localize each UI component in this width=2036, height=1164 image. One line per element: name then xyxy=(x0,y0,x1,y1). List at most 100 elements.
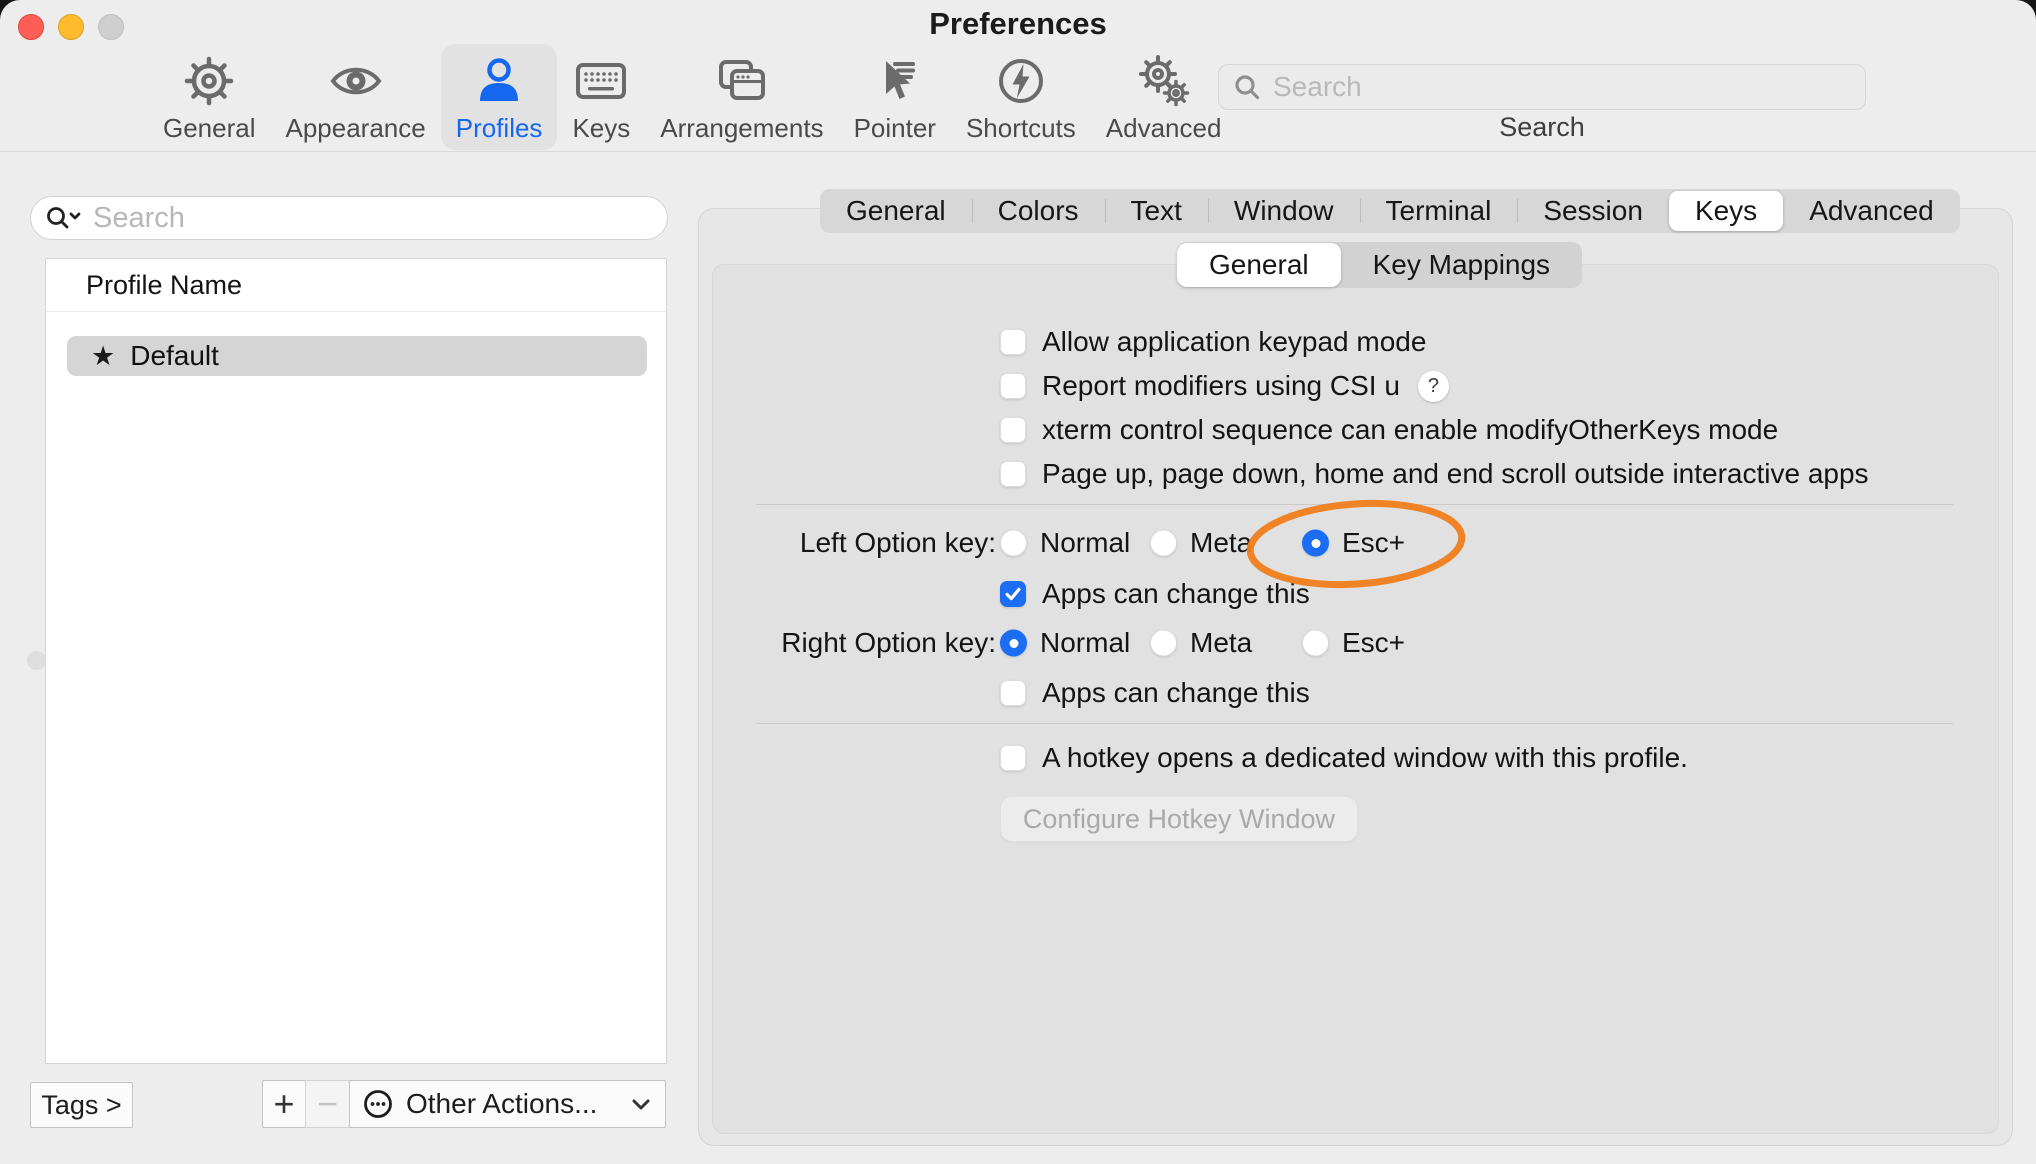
checkbox-label[interactable]: Apps can change this xyxy=(1042,677,1310,709)
header-divider xyxy=(46,311,666,312)
toolbar-item-keys[interactable]: Keys xyxy=(557,44,645,150)
toolbar-label: Arrangements xyxy=(660,113,823,144)
help-button[interactable]: ? xyxy=(1418,371,1449,402)
profile-row-default[interactable]: ★ Default xyxy=(67,336,647,376)
section-divider xyxy=(756,504,1953,505)
tab-general[interactable]: General xyxy=(820,189,972,233)
tab-keys[interactable]: Keys xyxy=(1669,191,1783,231)
radio-label[interactable]: Normal xyxy=(1040,527,1130,559)
checkbox-hotkey-window[interactable] xyxy=(1000,745,1026,771)
radio-left-esc[interactable] xyxy=(1302,530,1329,557)
gear-icon xyxy=(183,54,235,108)
checkbox-label[interactable]: Apps can change this xyxy=(1042,578,1310,610)
radio-label[interactable]: Normal xyxy=(1040,627,1130,659)
tags-button[interactable]: Tags > xyxy=(30,1082,133,1128)
toolbar-divider xyxy=(0,151,2036,152)
splitter-handle-dot xyxy=(27,651,46,670)
other-actions-dropdown[interactable]: Other Actions... xyxy=(349,1080,666,1128)
toolbar-label: General xyxy=(163,113,256,144)
checkbox-label[interactable]: Page up, page down, home and end scroll … xyxy=(1042,458,1869,490)
tab-text[interactable]: Text xyxy=(1105,189,1208,233)
checkbox-keypad-mode[interactable] xyxy=(1000,329,1026,355)
tab-window[interactable]: Window xyxy=(1208,189,1360,233)
keys-subtab-bar: General Key Mappings xyxy=(1177,242,1582,288)
eye-icon xyxy=(330,54,382,108)
checkbox-label[interactable]: A hotkey opens a dedicated window with t… xyxy=(1042,742,1688,774)
section-divider xyxy=(756,723,1953,724)
radio-right-normal[interactable] xyxy=(1000,630,1027,657)
toolbar-search-input[interactable] xyxy=(1271,70,1865,104)
star-icon: ★ xyxy=(91,343,115,370)
tab-advanced[interactable]: Advanced xyxy=(1783,189,1960,233)
checkbox-modify-other-keys[interactable] xyxy=(1000,417,1026,443)
radio-label[interactable]: Meta xyxy=(1190,627,1252,659)
checkbox-row: Apps can change this xyxy=(1000,578,1310,610)
toolbar-item-arrangements[interactable]: Arrangements xyxy=(645,44,838,150)
checkbox-row: Apps can change this xyxy=(1000,677,1310,709)
toolbar-item-profiles[interactable]: Profiles xyxy=(441,44,558,150)
checkmark-icon xyxy=(1002,583,1024,605)
remove-profile-button[interactable]: − xyxy=(305,1080,350,1128)
subtab-key-mappings[interactable]: Key Mappings xyxy=(1341,242,1582,288)
toolbar-search-field[interactable] xyxy=(1218,64,1866,110)
radio-left-meta[interactable] xyxy=(1150,530,1177,557)
profile-tab-bar: General Colors Text Window Terminal Sess… xyxy=(820,189,1960,233)
tab-colors[interactable]: Colors xyxy=(972,189,1105,233)
other-actions-label: Other Actions... xyxy=(406,1088,597,1120)
gears-icon xyxy=(1138,54,1190,108)
preferences-window: Preferences General Appearance xyxy=(0,0,2036,1164)
left-option-key-label: Left Option key: xyxy=(600,527,996,559)
profile-search-field[interactable] xyxy=(30,196,668,240)
toolbar-label: Shortcuts xyxy=(966,113,1076,144)
checkbox-label[interactable]: Allow application keypad mode xyxy=(1042,326,1426,358)
radio-label[interactable]: Meta xyxy=(1190,527,1252,559)
profile-list-header: Profile Name xyxy=(86,259,242,311)
cursor-icon xyxy=(869,54,921,108)
radio-right-meta[interactable] xyxy=(1150,630,1177,657)
radio-label[interactable]: Esc+ xyxy=(1342,627,1405,659)
search-scope-icon xyxy=(45,205,83,231)
toolbar-item-shortcuts[interactable]: Shortcuts xyxy=(951,44,1091,150)
chevron-down-icon xyxy=(631,1098,651,1111)
profile-search-input[interactable] xyxy=(91,201,667,236)
profile-list: Profile Name ★ Default xyxy=(45,258,667,1064)
radio-right-esc[interactable] xyxy=(1302,630,1329,657)
toolbar-item-pointer[interactable]: Pointer xyxy=(839,44,951,150)
toolbar-item-appearance[interactable]: Appearance xyxy=(271,44,441,150)
checkbox-scroll-outside-apps[interactable] xyxy=(1000,461,1026,487)
search-icon xyxy=(1233,73,1261,101)
toolbar-label: Profiles xyxy=(456,113,543,144)
tab-session[interactable]: Session xyxy=(1517,189,1669,233)
configure-hotkey-window-button[interactable]: Configure Hotkey Window xyxy=(1000,796,1358,842)
toolbar-label: Keys xyxy=(572,113,630,144)
checkbox-row: Allow application keypad mode xyxy=(1000,326,1426,358)
checkbox-label[interactable]: Report modifiers using CSI u xyxy=(1042,370,1400,402)
toolbar-label: Pointer xyxy=(854,113,936,144)
add-profile-button[interactable]: + xyxy=(262,1080,306,1128)
person-icon xyxy=(473,54,525,108)
keyboard-icon xyxy=(575,54,627,108)
checkbox-row: Page up, page down, home and end scroll … xyxy=(1000,458,1869,490)
toolbar-label: Advanced xyxy=(1106,113,1222,144)
checkbox-right-apps-can-change[interactable] xyxy=(1000,680,1026,706)
toolbar: General Appearance Profiles Keys xyxy=(148,44,1236,150)
windows-icon xyxy=(716,54,768,108)
checkbox-csi-u[interactable] xyxy=(1000,373,1026,399)
toolbar-label: Appearance xyxy=(286,113,426,144)
radio-left-normal[interactable] xyxy=(1000,530,1027,557)
toolbar-item-advanced[interactable]: Advanced xyxy=(1091,44,1237,150)
checkbox-row: Report modifiers using CSI u ? xyxy=(1000,370,1449,402)
subtab-general[interactable]: General xyxy=(1177,243,1341,287)
checkbox-label[interactable]: xterm control sequence can enable modify… xyxy=(1042,414,1778,446)
checkbox-row: A hotkey opens a dedicated window with t… xyxy=(1000,742,1688,774)
ellipsis-circle-icon xyxy=(362,1088,394,1120)
checkbox-left-apps-can-change[interactable] xyxy=(1000,581,1026,607)
toolbar-item-general[interactable]: General xyxy=(148,44,271,150)
tab-terminal[interactable]: Terminal xyxy=(1360,189,1518,233)
bolt-icon xyxy=(995,54,1047,108)
window-title: Preferences xyxy=(0,6,2036,42)
checkbox-row: xterm control sequence can enable modify… xyxy=(1000,414,1778,446)
right-option-key-label: Right Option key: xyxy=(600,627,996,659)
profile-name: Default xyxy=(130,340,219,372)
radio-label[interactable]: Esc+ xyxy=(1342,527,1405,559)
